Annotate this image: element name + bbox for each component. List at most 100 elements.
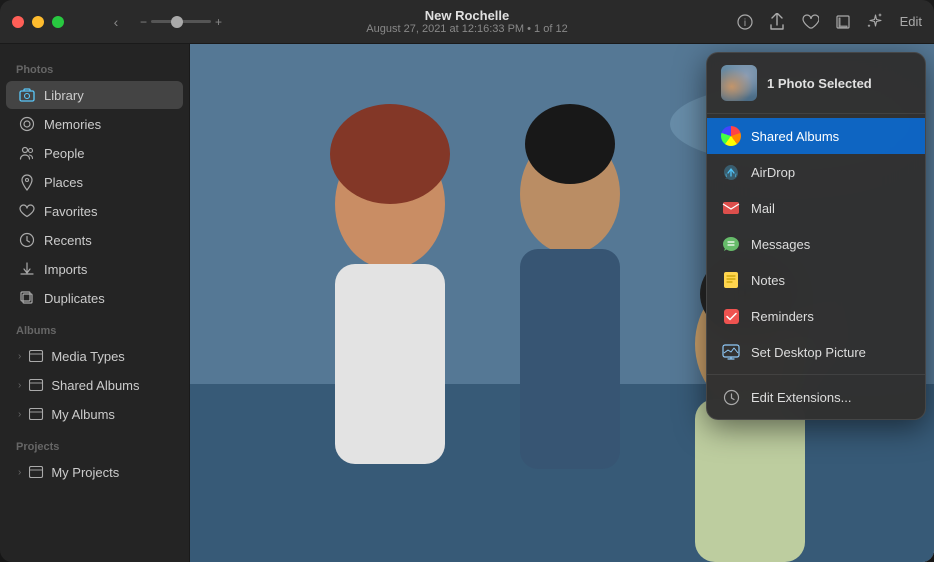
media-types-icon xyxy=(27,347,45,365)
minimize-button[interactable] xyxy=(32,16,44,28)
photos-section-label: Photos xyxy=(0,52,189,80)
albums-section-label: Albums xyxy=(0,313,189,341)
shared-albums-icon xyxy=(27,376,45,394)
thumbnail-image xyxy=(721,65,757,101)
extensions-icon xyxy=(721,387,741,407)
media-types-label: Media Types xyxy=(51,349,124,364)
messages-icon xyxy=(721,234,741,254)
sidebar-item-my-albums[interactable]: › My Albums xyxy=(6,400,183,428)
zoom-minus[interactable]: − xyxy=(140,15,147,29)
crop-button[interactable] xyxy=(835,14,851,30)
sidebar-item-shared-albums[interactable]: › Shared Albums xyxy=(6,371,183,399)
favorite-button[interactable] xyxy=(801,14,819,30)
favorites-label: Favorites xyxy=(44,204,97,219)
photo-thumbnail xyxy=(721,65,757,101)
extensions-label: Edit Extensions... xyxy=(751,390,851,405)
notes-label: Notes xyxy=(751,273,785,288)
sidebar-item-memories[interactable]: Memories xyxy=(6,110,183,138)
sidebar-item-media-types[interactable]: › Media Types xyxy=(6,342,183,370)
shared-albums-label: Shared Albums xyxy=(51,378,139,393)
my-albums-icon xyxy=(27,405,45,423)
edit-button[interactable]: Edit xyxy=(900,14,922,29)
dropdown-header: 1 Photo Selected xyxy=(707,53,925,114)
mail-label: Mail xyxy=(751,201,775,216)
notes-icon xyxy=(721,270,741,290)
share-shared-albums[interactable]: Shared Albums xyxy=(707,118,925,154)
sidebar-item-recents[interactable]: Recents xyxy=(6,226,183,254)
sidebar-item-places[interactable]: Places xyxy=(6,168,183,196)
places-icon xyxy=(18,173,36,191)
titlebar-actions: i xyxy=(737,13,922,31)
sidebar-item-library[interactable]: Library xyxy=(6,81,183,109)
desktop-icon xyxy=(721,342,741,362)
mail-icon xyxy=(721,198,741,218)
close-button[interactable] xyxy=(12,16,24,28)
nav-controls: ‹ − + xyxy=(104,10,222,34)
chevron-icon: › xyxy=(18,409,21,420)
share-airdrop[interactable]: AirDrop xyxy=(707,154,925,190)
my-projects-label: My Projects xyxy=(51,465,119,480)
chevron-icon: › xyxy=(18,467,21,478)
share-mail[interactable]: Mail xyxy=(707,190,925,226)
slider-track[interactable] xyxy=(151,20,211,23)
memories-label: Memories xyxy=(44,117,101,132)
zoom-slider[interactable]: − + xyxy=(140,15,222,29)
shared-albums-menu-icon xyxy=(721,126,741,146)
zoom-plus[interactable]: + xyxy=(215,15,222,29)
reminders-icon xyxy=(721,306,741,326)
people-label: People xyxy=(44,146,84,161)
favorites-icon xyxy=(18,202,36,220)
messages-label: Messages xyxy=(751,237,810,252)
desktop-label: Set Desktop Picture xyxy=(751,345,866,360)
sidebar-item-my-projects[interactable]: › My Projects xyxy=(6,458,183,486)
airdrop-label: AirDrop xyxy=(751,165,795,180)
sidebar-item-imports[interactable]: Imports xyxy=(6,255,183,283)
sidebar-item-people[interactable]: People xyxy=(6,139,183,167)
svg-text:i: i xyxy=(743,18,745,29)
dropdown-separator xyxy=(707,374,925,375)
duplicates-label: Duplicates xyxy=(44,291,105,306)
slider-thumb xyxy=(171,16,183,28)
my-projects-icon xyxy=(27,463,45,481)
projects-section-label: Projects xyxy=(0,429,189,457)
main-window: ‹ − + New Rochelle August 27, 2021 at 12… xyxy=(0,0,934,562)
maximize-button[interactable] xyxy=(52,16,64,28)
people-icon xyxy=(18,144,36,162)
photo-area: 1 Photo Selected Shared Albums xyxy=(190,44,934,562)
reminders-label: Reminders xyxy=(751,309,814,324)
chevron-icon: › xyxy=(18,351,21,362)
main-content: Photos Library M xyxy=(0,44,934,562)
share-reminders[interactable]: Reminders xyxy=(707,298,925,334)
recents-label: Recents xyxy=(44,233,92,248)
info-button[interactable]: i xyxy=(737,14,753,30)
library-icon xyxy=(18,86,36,104)
sidebar: Photos Library M xyxy=(0,44,190,562)
dropdown-menu: Shared Albums AirDrop xyxy=(707,114,925,419)
back-button[interactable]: ‹ xyxy=(104,10,128,34)
duplicates-icon xyxy=(18,289,36,307)
share-button[interactable] xyxy=(769,13,785,31)
memories-icon xyxy=(18,115,36,133)
titlebar-center: New Rochelle August 27, 2021 at 12:16:33… xyxy=(366,8,567,35)
chevron-icon: › xyxy=(18,380,21,391)
imports-icon xyxy=(18,260,36,278)
recents-icon xyxy=(18,231,36,249)
share-extensions[interactable]: Edit Extensions... xyxy=(707,379,925,415)
photo-subtitle: August 27, 2021 at 12:16:33 PM • 1 of 12 xyxy=(366,23,567,35)
photo-title: New Rochelle xyxy=(366,8,567,23)
titlebar: ‹ − + New Rochelle August 27, 2021 at 12… xyxy=(0,0,934,44)
photo-selected-label: 1 Photo Selected xyxy=(767,76,872,91)
airdrop-icon xyxy=(721,162,741,182)
sidebar-item-duplicates[interactable]: Duplicates xyxy=(6,284,183,312)
share-desktop[interactable]: Set Desktop Picture xyxy=(707,334,925,370)
library-label: Library xyxy=(44,88,84,103)
my-albums-label: My Albums xyxy=(51,407,115,422)
sidebar-item-favorites[interactable]: Favorites xyxy=(6,197,183,225)
imports-label: Imports xyxy=(44,262,87,277)
share-messages[interactable]: Messages xyxy=(707,226,925,262)
share-notes[interactable]: Notes xyxy=(707,262,925,298)
share-dropdown: 1 Photo Selected Shared Albums xyxy=(706,52,926,420)
places-label: Places xyxy=(44,175,83,190)
shared-albums-menu-label: Shared Albums xyxy=(751,129,839,144)
magic-button[interactable] xyxy=(867,13,884,30)
